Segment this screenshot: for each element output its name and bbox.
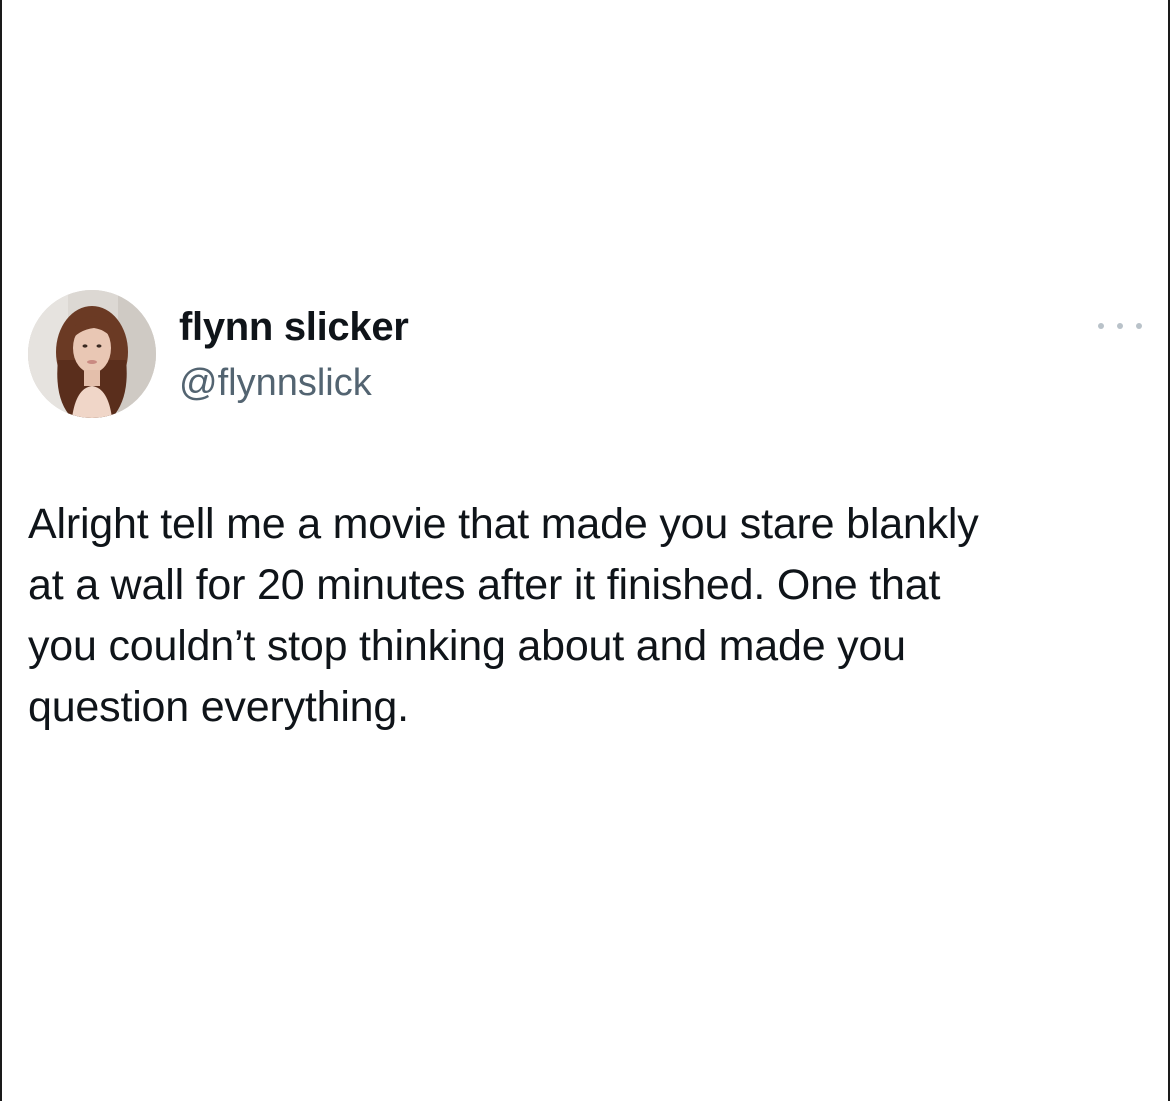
user-handle[interactable]: @flynnslick [179, 360, 372, 406]
more-options-button[interactable] [1098, 316, 1142, 336]
avatar-photo-icon [28, 290, 156, 418]
ellipsis-icon [1117, 323, 1123, 329]
ellipsis-icon [1098, 323, 1104, 329]
tweet-text: Alright tell me a movie that made you st… [28, 500, 979, 731]
screenshot-frame: flynn slicker @flynnslick Alright tell m… [0, 0, 1170, 1101]
ellipsis-icon [1136, 323, 1142, 329]
display-name[interactable]: flynn slicker [179, 303, 409, 351]
avatar[interactable] [28, 290, 156, 418]
tweet-card: flynn slicker @flynnslick Alright tell m… [2, 0, 1170, 1101]
